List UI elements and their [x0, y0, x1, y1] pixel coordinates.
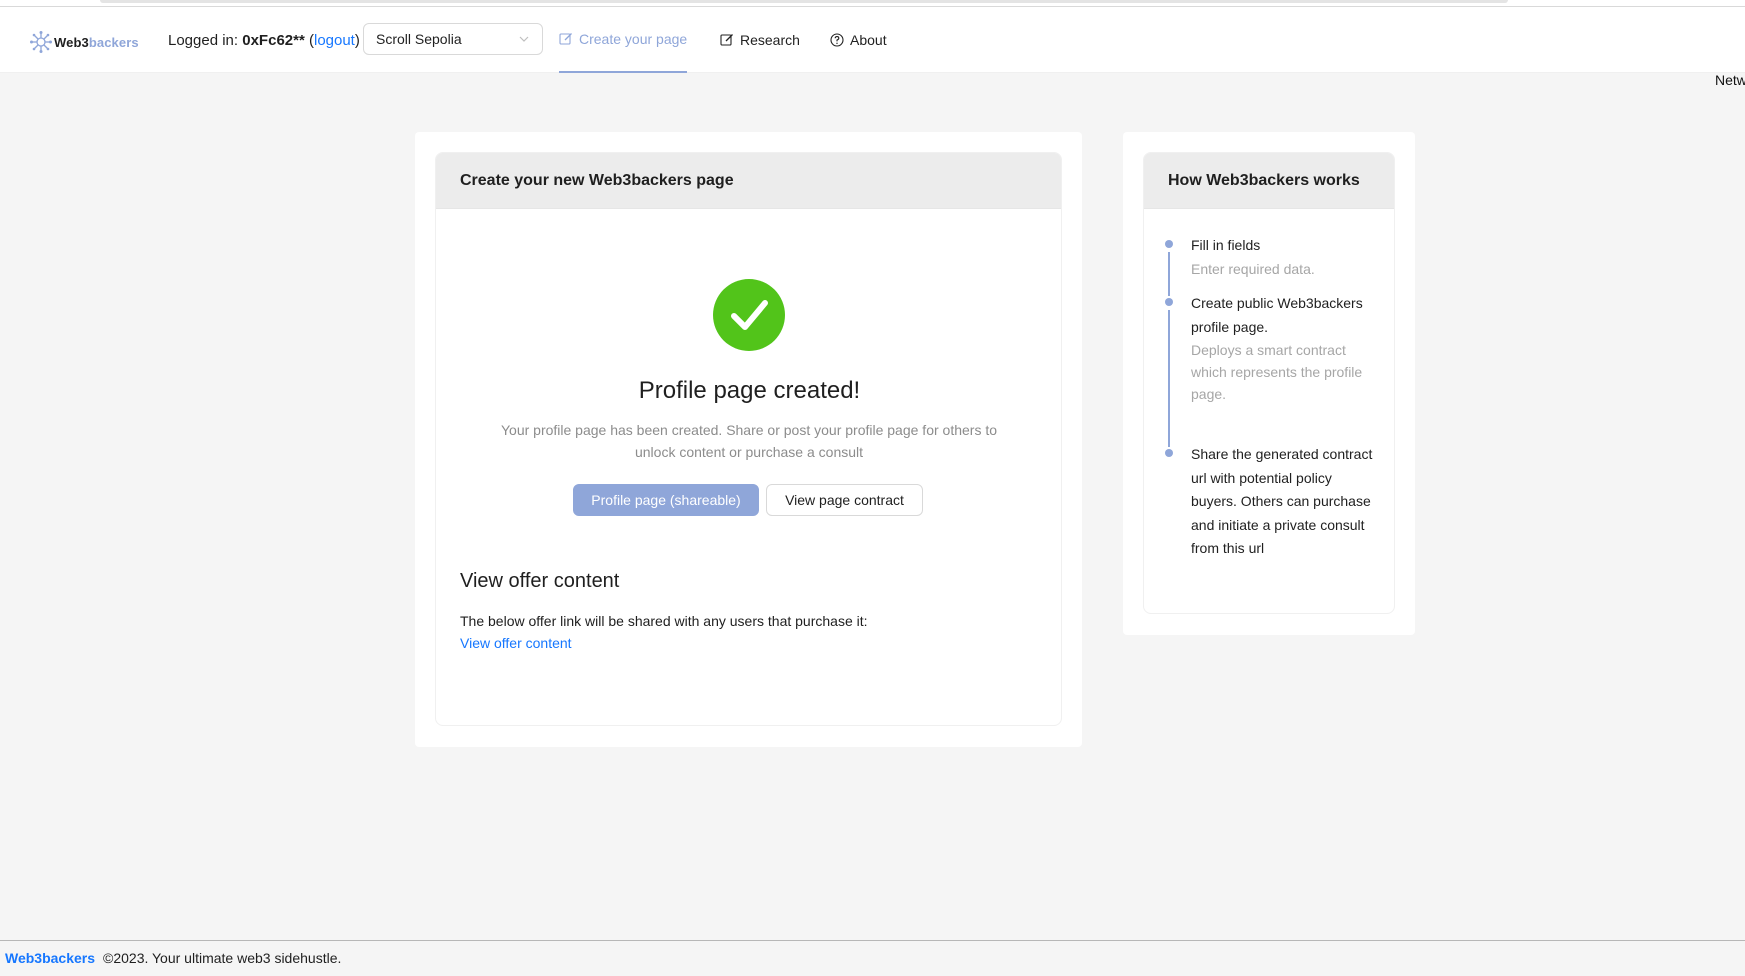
step-description: Enter required data.: [1191, 260, 1315, 277]
main-panel: Create your new Web3backers page Profile…: [415, 132, 1082, 747]
side-panel: How Web3backers works Fill in fields Ent…: [1123, 132, 1415, 635]
step-title: Create public Web3backers profile page.: [1191, 295, 1363, 335]
how-it-works-card: How Web3backers works Fill in fields Ent…: [1143, 152, 1395, 614]
login-prefix: Logged in:: [168, 32, 239, 49]
logo-icon: [30, 31, 52, 53]
offer-heading: View offer content: [460, 570, 620, 592]
result-title: Profile page created!: [638, 377, 861, 404]
timeline-dot: [1165, 449, 1173, 457]
edit-icon: [720, 34, 733, 46]
steps-timeline: Fill in fields Enter required data. Crea…: [1164, 234, 1379, 583]
nav-research[interactable]: Research: [720, 7, 800, 73]
logo[interactable]: Web3backers: [30, 30, 139, 54]
logout-link[interactable]: logout: [314, 32, 355, 49]
create-page-card: Create your new Web3backers page Profile…: [435, 152, 1062, 726]
timeline-item: Create public Web3backers profile page. …: [1164, 292, 1379, 447]
nav-create-label: Create your page: [579, 31, 688, 47]
logo-text-backers: backers: [88, 34, 139, 50]
footer-copyright: ©2023. Your ultimate web3 sidehustle.: [103, 950, 342, 966]
browser-top-strip: [0, 0, 1745, 7]
nav-about[interactable]: About: [830, 7, 887, 73]
how-it-works-title: How Web3backers works: [1144, 153, 1394, 209]
nav-research-label: Research: [740, 32, 800, 48]
wallet-address: 0xFc62**: [242, 32, 305, 49]
nav-create-your-page[interactable]: Create your page: [559, 7, 688, 73]
footer-text: Web3backers ©2023. Your ultimate web3 sid…: [5, 950, 341, 966]
network-label-clipped: Netw: [1715, 72, 1745, 88]
nav-about-label: About: [850, 32, 887, 48]
profile-page-button[interactable]: Profile page (shareable): [573, 484, 759, 516]
step-title: Fill in fields: [1191, 237, 1261, 253]
horizontal-scrollbar[interactable]: [100, 0, 1508, 3]
edit-icon: [559, 33, 572, 45]
app-header: Web3backers Logged in: 0xFc62** (logout)…: [0, 7, 1745, 73]
logo-text-web3: Web3: [54, 34, 89, 50]
view-offer-content-link[interactable]: View offer content: [460, 632, 572, 654]
timeline-item: Share the generated contract url with po…: [1164, 443, 1379, 583]
network-select[interactable]: Scroll Sepolia: [363, 23, 543, 55]
create-page-card-title: Create your new Web3backers page: [436, 153, 1061, 209]
timeline-dot: [1165, 240, 1173, 248]
login-info: Logged in: 0xFc62** (logout): [168, 32, 360, 49]
network-select-value: Scroll Sepolia: [376, 31, 462, 47]
result-subtitle: Your profile page has been created. Shar…: [500, 422, 998, 460]
chevron-down-icon: [519, 36, 529, 42]
step-title: Share the generated contract url with po…: [1191, 446, 1373, 556]
view-page-contract-button[interactable]: View page contract: [766, 484, 923, 516]
timeline-item: Fill in fields Enter required data.: [1164, 234, 1379, 296]
timeline-connector: [1168, 310, 1170, 447]
footer: Web3backers ©2023. Your ultimate web3 sid…: [0, 940, 1745, 976]
footer-brand[interactable]: Web3backers: [5, 950, 95, 966]
step-description: Deploys a smart contract which represent…: [1191, 342, 1363, 402]
question-circle-icon: [830, 33, 844, 47]
offer-description: The below offer link will be shared with…: [460, 613, 868, 629]
timeline-dot: [1165, 298, 1173, 306]
timeline-connector: [1168, 252, 1170, 296]
check-circle-icon: [713, 279, 785, 351]
